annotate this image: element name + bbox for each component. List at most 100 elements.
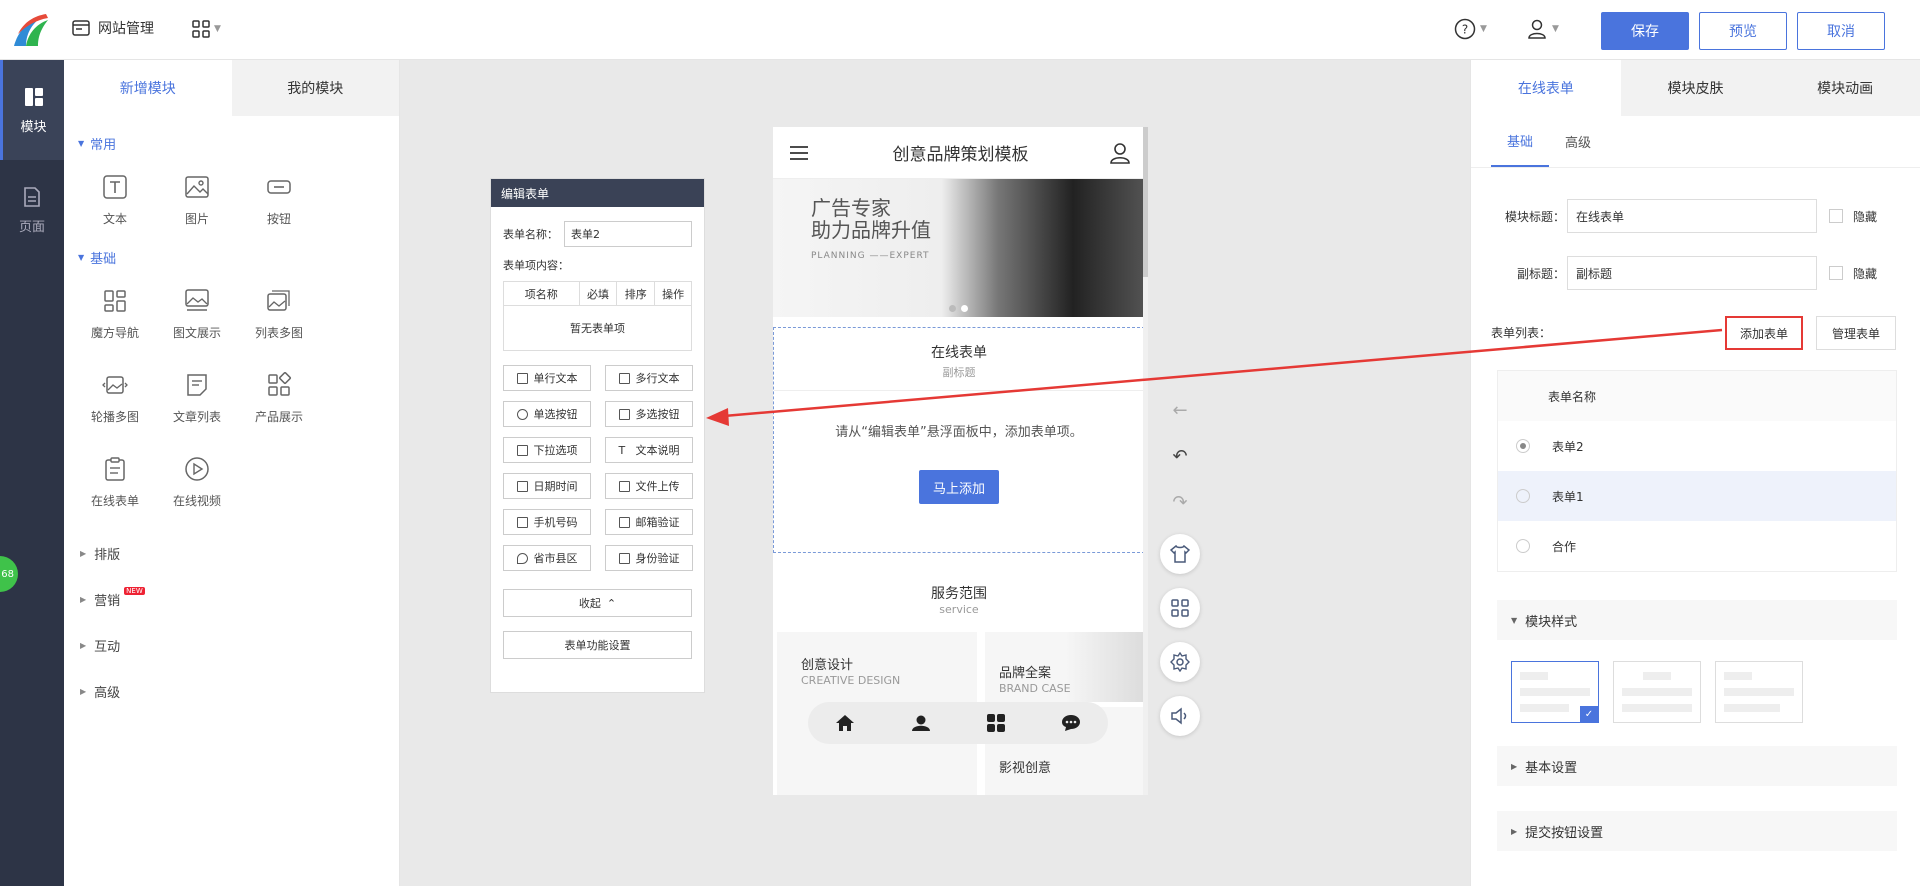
style-option[interactable]: [1613, 661, 1701, 723]
phone-header: 创意品牌策划模板: [773, 127, 1148, 179]
list-item[interactable]: 表单2: [1498, 421, 1896, 471]
chevron-down-icon: ▼: [1552, 24, 1559, 34]
undo-icon[interactable]: ↶: [1168, 442, 1192, 470]
tab-online-form[interactable]: 在线表单: [1471, 60, 1621, 116]
module-article-list[interactable]: 文章列表: [156, 356, 238, 440]
add-multi-line-button[interactable]: 多行文本: [605, 365, 693, 391]
radio-button[interactable]: [1516, 439, 1530, 453]
cancel-button[interactable]: 取消: [1797, 12, 1885, 50]
hide-label: 隐藏: [1853, 209, 1878, 224]
module-product-display[interactable]: 产品展示: [238, 356, 320, 440]
subtitle-input[interactable]: 副标题: [1567, 256, 1817, 290]
manage-form-button[interactable]: 管理表单: [1816, 316, 1896, 350]
contacts-icon[interactable]: [910, 714, 932, 732]
module-online-form[interactable]: 在线表单: [74, 440, 156, 524]
add-text-note-button[interactable]: T 文本说明: [605, 437, 693, 463]
add-id-verify-button[interactable]: 身份验证: [605, 545, 693, 571]
add-file-upload-button[interactable]: 文件上传: [605, 473, 693, 499]
window-icon: [72, 20, 90, 36]
add-checkbox-button[interactable]: 多选按钮: [605, 401, 693, 427]
section-basic[interactable]: ▼ 基础: [64, 242, 399, 272]
module-online-video[interactable]: 在线视频: [156, 440, 238, 524]
module-text[interactable]: 文本: [74, 158, 156, 242]
phone-scrollbar[interactable]: [1143, 127, 1148, 795]
module-title-input[interactable]: 在线表单: [1567, 199, 1817, 233]
subtab-basic[interactable]: 基础: [1491, 116, 1550, 167]
section-advanced[interactable]: ▶ 高级: [64, 668, 399, 714]
radio-button[interactable]: [1516, 489, 1530, 503]
section-layout[interactable]: ▶ 排版: [64, 530, 399, 576]
module-label: 文本: [102, 211, 127, 226]
banner-line: 广告专家: [811, 196, 891, 220]
collapse-button[interactable]: 收起 ⌃: [503, 589, 692, 617]
style-option[interactable]: [1715, 661, 1803, 723]
apps-icon[interactable]: [986, 713, 1006, 733]
style-option[interactable]: ✓: [1511, 661, 1599, 723]
logo[interactable]: [10, 12, 50, 48]
user-menu[interactable]: ▼: [1526, 18, 1559, 40]
subtab-advanced[interactable]: 高级: [1549, 116, 1607, 167]
preview-button[interactable]: 预览: [1699, 12, 1787, 50]
add-region-button[interactable]: 省市县区: [503, 545, 591, 571]
site-management-button[interactable]: 网站管理: [72, 18, 154, 38]
service-card[interactable]: 品牌全案 BRAND CASE: [985, 632, 1145, 702]
add-now-button[interactable]: 马上添加: [919, 470, 999, 504]
section-title: 排版: [94, 547, 121, 563]
module-style-accordion[interactable]: ▼ 模块样式: [1497, 600, 1897, 640]
redo-icon[interactable]: ↷: [1168, 488, 1192, 516]
list-item[interactable]: 合作: [1498, 521, 1896, 571]
module-image-text[interactable]: 图文展示: [156, 272, 238, 356]
settings-tool-button[interactable]: [1160, 642, 1200, 682]
module-tool-button[interactable]: [1160, 588, 1200, 628]
sound-tool-button[interactable]: [1160, 696, 1200, 736]
page-icon: [24, 186, 40, 207]
form-name-input[interactable]: 表单2: [564, 221, 692, 247]
add-datetime-button[interactable]: 日期时间: [503, 473, 591, 499]
tab-new-modules[interactable]: 新增模块: [64, 60, 232, 116]
submit-button-settings-accordion[interactable]: ▶ 提交按钮设置: [1497, 811, 1897, 851]
dropdown-icon: [516, 444, 528, 456]
tab-module-animation[interactable]: 模块动画: [1770, 60, 1920, 116]
nav-item-page[interactable]: 页面: [0, 160, 64, 260]
arrow-left-icon[interactable]: ←: [1168, 396, 1192, 424]
section-common[interactable]: ▼ 常用: [64, 128, 399, 158]
user-icon[interactable]: [1110, 142, 1130, 164]
carousel-dots[interactable]: [949, 305, 968, 312]
properties-panel: 在线表单 模块皮肤 模块动画 基础 高级 模块标题： 在线表单 隐藏 副标题： …: [1470, 60, 1920, 886]
radio-button[interactable]: [1516, 539, 1530, 553]
menu-icon[interactable]: [789, 145, 809, 161]
nav-item-module[interactable]: 模块: [0, 60, 64, 160]
hide-title-checkbox[interactable]: [1829, 209, 1843, 223]
add-form-button[interactable]: 添加表单: [1725, 316, 1803, 350]
module-cube-nav[interactable]: 魔方导航: [74, 272, 156, 356]
add-single-line-button[interactable]: 单行文本: [503, 365, 591, 391]
section-interactive[interactable]: ▶ 互动: [64, 622, 399, 668]
home-icon[interactable]: [835, 714, 855, 732]
carousel-dot[interactable]: [949, 305, 956, 312]
section-marketing[interactable]: ▶ 营销 NEW: [64, 576, 399, 622]
tab-module-skin[interactable]: 模块皮肤: [1621, 60, 1771, 116]
module-list-images[interactable]: 列表多图: [238, 272, 320, 356]
form-settings-button[interactable]: 表单功能设置: [503, 631, 692, 659]
hide-subtitle-checkbox[interactable]: [1829, 266, 1843, 280]
apps-menu[interactable]: ▼: [192, 20, 221, 38]
add-radio-button[interactable]: 单选按钮: [503, 401, 591, 427]
tab-my-modules[interactable]: 我的模块: [231, 60, 399, 116]
scrollbar-thumb[interactable]: [1143, 127, 1148, 277]
list-item[interactable]: 表单1: [1498, 471, 1896, 521]
basic-settings-accordion[interactable]: ▶ 基本设置: [1497, 746, 1897, 786]
save-button[interactable]: 保存: [1601, 12, 1689, 50]
module-button[interactable]: 按钮: [238, 158, 320, 242]
chat-icon[interactable]: [1061, 714, 1081, 732]
carousel-dot[interactable]: [961, 305, 968, 312]
add-email-button[interactable]: 邮箱验证: [605, 509, 693, 535]
help-menu[interactable]: ? ▼: [1454, 18, 1487, 40]
module-image[interactable]: 图片: [156, 158, 238, 242]
skin-tool-button[interactable]: [1160, 534, 1200, 574]
module-carousel[interactable]: 轮播多图: [74, 356, 156, 440]
add-phone-button[interactable]: 手机号码: [503, 509, 591, 535]
banner-image[interactable]: 广告专家 助力品牌升值 PLANNING ——EXPERT: [773, 179, 1148, 317]
caret-down-icon: ▼: [78, 138, 85, 148]
online-form-module[interactable]: 在线表单 副标题 请从“编辑表单”悬浮面板中，添加表单项。 马上添加: [773, 327, 1145, 553]
add-dropdown-button[interactable]: 下拉选项: [503, 437, 591, 463]
